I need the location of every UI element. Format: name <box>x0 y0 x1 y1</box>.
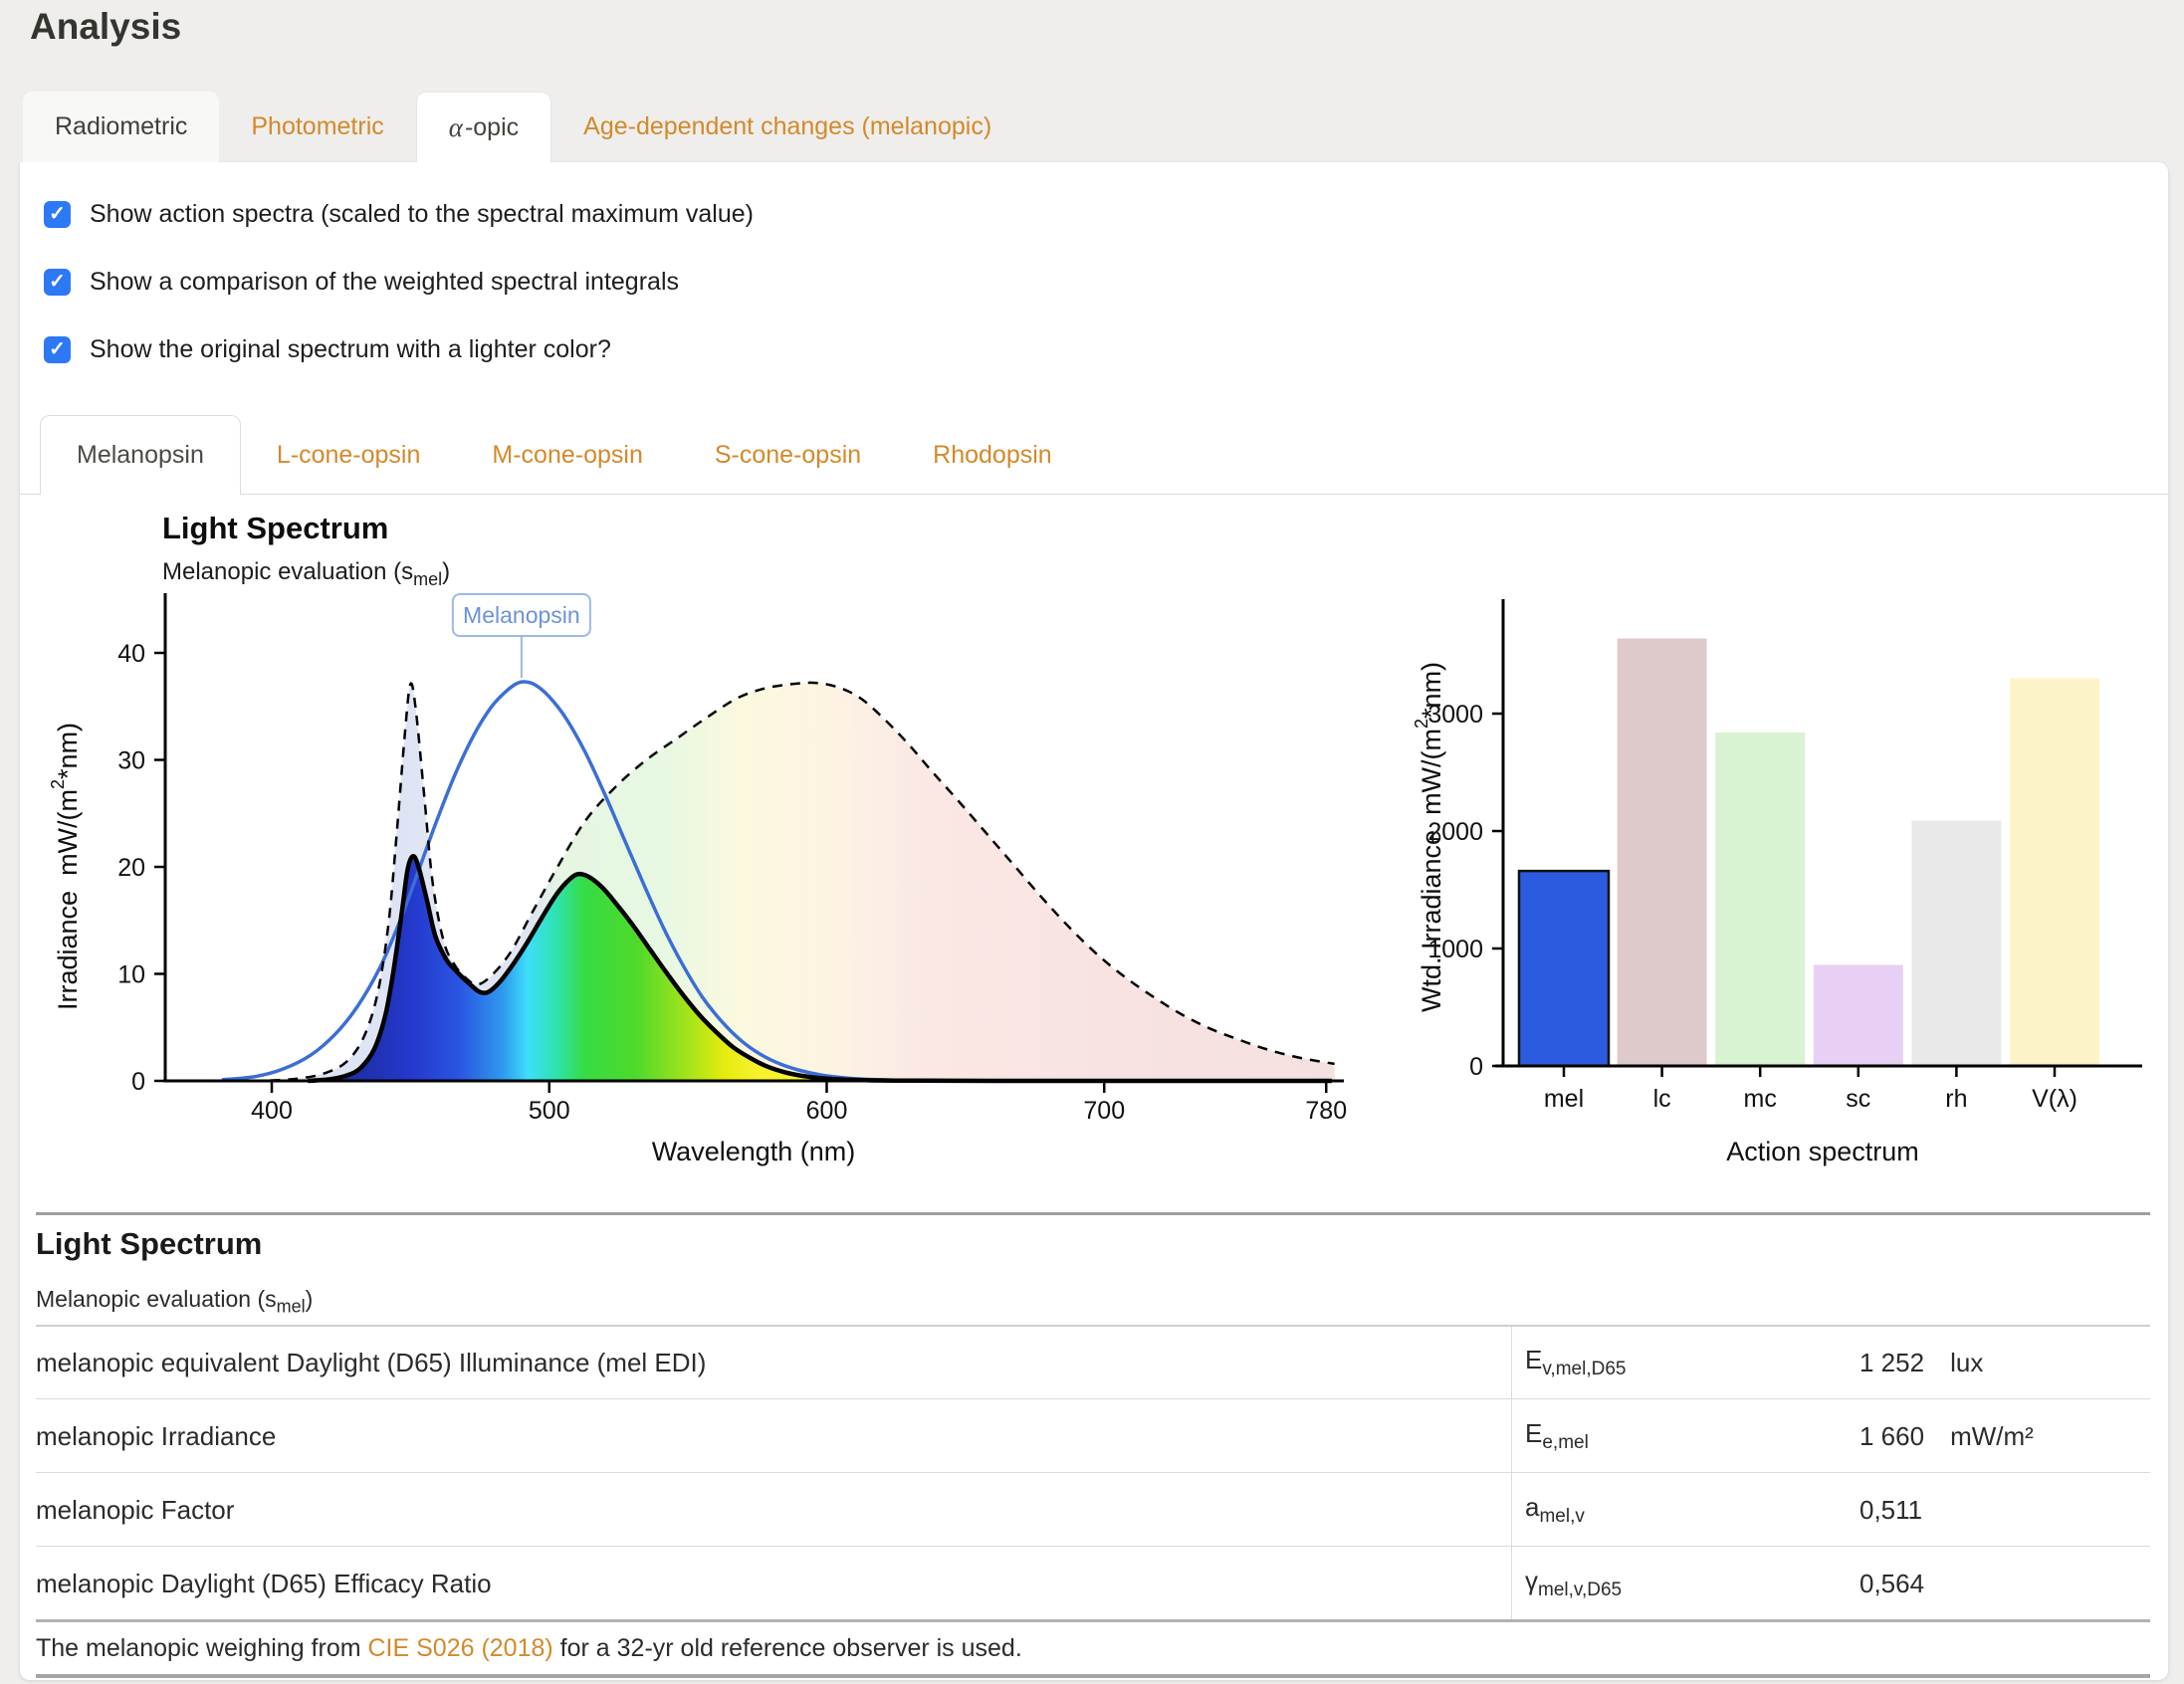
analysis-page: Analysis Radiometric Photometric α-opic … <box>0 0 2184 1684</box>
svg-text:30: 30 <box>117 747 145 775</box>
bar-rh <box>1911 820 2001 1066</box>
checkbox-label: Show a comparison of the weighted spectr… <box>90 268 679 297</box>
weighted-irradiance-bar-chart: 0 1000 2000 3000 mel lc mc sc rh V(λ) Action spect… <box>1394 503 2184 1189</box>
option-show-comparison: Show a comparison of the weighted spectr… <box>44 267 679 297</box>
svg-text:500: 500 <box>529 1097 570 1125</box>
opsin-subtabbar: Melanopsin L-cone-opsin M-cone-opsin S-c… <box>40 415 1088 495</box>
svg-text:20: 20 <box>117 854 145 882</box>
svg-text:400: 400 <box>251 1097 293 1125</box>
checkbox-checked-icon[interactable] <box>44 336 71 363</box>
row-value: 1 660mW/m² <box>1859 1421 2034 1452</box>
svg-text:780: 780 <box>1305 1097 1347 1125</box>
table-column-divider <box>1511 1327 1512 1619</box>
svg-text:1000: 1000 <box>1427 936 1483 963</box>
bar-mel <box>1519 871 1609 1066</box>
svg-text:0: 0 <box>131 1068 145 1096</box>
option-show-original-spectrum: Show the original spectrum with a lighte… <box>44 334 611 364</box>
svg-text:Melanopsin: Melanopsin <box>463 602 580 628</box>
row-symbol: Ev,mel,D65 <box>1525 1345 1626 1380</box>
subtab-rhodopsin[interactable]: Rhodopsin <box>897 415 1088 495</box>
tab-alpha-opic[interactable]: α-opic <box>416 92 551 162</box>
row-label: melanopic Irradiance <box>36 1421 276 1452</box>
cie-s026-link[interactable]: CIE S026 (2018) <box>368 1634 553 1662</box>
svg-text:0: 0 <box>1469 1053 1483 1081</box>
row-symbol: Ee,mel <box>1525 1418 1589 1454</box>
svg-text:600: 600 <box>806 1097 848 1125</box>
row-symbol: γmel,v,D65 <box>1525 1566 1622 1601</box>
row-label: melanopic equivalent Daylight (D65) Illu… <box>36 1348 706 1378</box>
svg-text:rh: rh <box>1945 1085 1967 1113</box>
x-axis-title: Action spectrum <box>1726 1137 1919 1166</box>
table-row: melanopic Factor amel,v 0,511 <box>36 1474 2150 1546</box>
svg-text:V(λ): V(λ) <box>2032 1085 2077 1113</box>
svg-text:sc: sc <box>1846 1085 1870 1113</box>
row-value: 1 252lux <box>1859 1348 1983 1378</box>
svg-text:2000: 2000 <box>1427 818 1483 846</box>
checkbox-checked-icon[interactable] <box>44 201 71 228</box>
table-row: melanopic Irradiance Ee,mel 1 660mW/m² <box>36 1400 2150 1472</box>
subtab-melanopsin[interactable]: Melanopsin <box>40 415 241 495</box>
light-spectrum-chart: 400 500 600 700 780 0 10 20 30 40 Wavelength (nm) M… <box>0 503 1394 1189</box>
row-value: 0,511 <box>1859 1495 1948 1526</box>
table-footnote: The melanopic weighing from CIE S026 (20… <box>36 1622 1022 1674</box>
bar-sc <box>1814 965 1903 1066</box>
svg-text:mc: mc <box>1744 1085 1777 1113</box>
svg-text:3000: 3000 <box>1427 701 1483 729</box>
table-bottom-border <box>36 1674 2150 1678</box>
option-show-action-spectra: Show action spectra (scaled to the spect… <box>44 199 754 229</box>
table-top-border <box>36 1212 2150 1215</box>
subtab-s-cone-opsin[interactable]: S-cone-opsin <box>679 415 897 495</box>
table-subtitle: Melanopic evaluation (smel) <box>36 1286 313 1318</box>
subtab-m-cone-opsin[interactable]: M-cone-opsin <box>456 415 678 495</box>
tab-radiometric[interactable]: Radiometric <box>23 92 219 162</box>
bar-lc <box>1618 638 1707 1066</box>
tab-age-dependent-changes[interactable]: Age-dependent changes (melanopic) <box>551 92 1023 162</box>
row-label: melanopic Daylight (D65) Efficacy Ratio <box>36 1569 492 1599</box>
spectrum-plot <box>216 682 1334 1081</box>
table-row: melanopic Daylight (D65) Efficacy Ratio … <box>36 1548 2150 1619</box>
row-label: melanopic Factor <box>36 1495 234 1526</box>
tab-photometric[interactable]: Photometric <box>219 92 415 162</box>
svg-text:lc: lc <box>1653 1085 1671 1113</box>
main-tabbar: Radiometric Photometric α-opic Age-depen… <box>23 92 1023 162</box>
melanopsin-curve-label: Melanopsin <box>453 594 590 678</box>
checkbox-checked-icon[interactable] <box>44 269 71 296</box>
page-title: Analysis <box>30 6 181 48</box>
svg-text:700: 700 <box>1083 1097 1125 1125</box>
table-heading: Light Spectrum <box>36 1226 262 1262</box>
svg-text:40: 40 <box>117 640 145 668</box>
svg-text:10: 10 <box>117 961 145 989</box>
subtab-l-cone-opsin[interactable]: L-cone-opsin <box>241 415 457 495</box>
svg-text:mel: mel <box>1544 1085 1584 1113</box>
bar-plot <box>1519 638 2099 1066</box>
bar-V(λ) <box>2010 679 2099 1066</box>
bar-mc <box>1715 733 1805 1066</box>
row-value: 0,564 <box>1859 1569 1950 1599</box>
table-row: melanopic equivalent Daylight (D65) Illu… <box>36 1327 2150 1398</box>
checkbox-label: Show action spectra (scaled to the spect… <box>90 200 754 229</box>
x-axis-title: Wavelength (nm) <box>652 1137 856 1166</box>
checkbox-label: Show the original spectrum with a lighte… <box>90 335 611 364</box>
row-symbol: amel,v <box>1525 1492 1585 1528</box>
